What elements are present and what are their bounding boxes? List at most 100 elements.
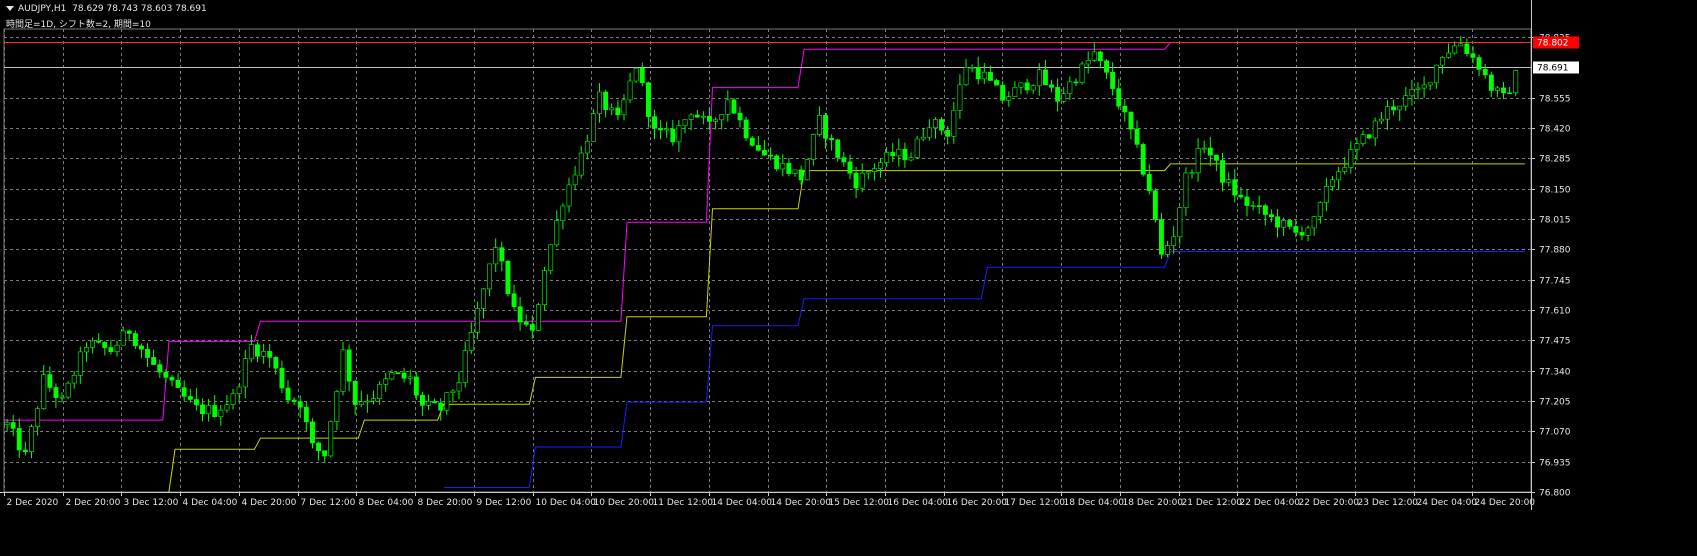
time-axis-label: 4 Dec 20:00 [242, 498, 297, 508]
candle-body [169, 377, 175, 381]
candle-body [1287, 220, 1293, 227]
candle-body [364, 400, 370, 403]
time-axis-label: 14 Dec 20:00 [771, 498, 832, 508]
candle-body [749, 137, 755, 146]
candle-body [1415, 87, 1421, 90]
candle-body [1018, 82, 1024, 88]
candle-body [835, 139, 841, 158]
candle-body [560, 205, 566, 221]
time-axis-label: 10 Dec 04:00 [536, 498, 597, 508]
candle-body [377, 383, 383, 399]
candle-body [1232, 179, 1238, 196]
candle-body [309, 421, 315, 444]
candle-body [71, 374, 77, 384]
candle-body [1330, 179, 1336, 187]
time-axis-label: 22 Dec 20:00 [1299, 498, 1360, 508]
candle-body [578, 152, 584, 176]
candle-body [187, 396, 193, 400]
candle-body [590, 113, 596, 142]
time-axis-label: 17 Dec 12:00 [1005, 498, 1066, 508]
candle-body [847, 161, 853, 174]
candle-body [212, 405, 218, 417]
candle-body [719, 114, 725, 121]
candle-body [884, 152, 890, 163]
candle-body [474, 308, 480, 333]
candle-body [65, 382, 71, 398]
candle-body [529, 324, 535, 331]
candle-body [1366, 134, 1372, 139]
candle-body [1226, 179, 1232, 183]
candle-body [810, 134, 816, 160]
candle-body [1116, 88, 1122, 107]
candle-body [780, 163, 786, 170]
candle-body [939, 119, 945, 131]
candle-body [1201, 147, 1207, 150]
time-axis-label: 10 Dec 20:00 [594, 498, 655, 508]
price-axis-label: 76.800 [1539, 489, 1571, 499]
candle-body [627, 80, 633, 101]
candle-body [1336, 171, 1342, 181]
candle-body [1256, 205, 1262, 207]
candle-body [224, 404, 230, 411]
candle-body [1067, 81, 1073, 95]
candle-body [908, 157, 914, 161]
candle-body [267, 351, 273, 358]
candle-body [548, 244, 554, 271]
candle-body [255, 344, 260, 357]
candle-body [1146, 174, 1152, 191]
candle-body [248, 344, 254, 360]
candle-body [102, 342, 108, 348]
candle-body [1030, 85, 1036, 91]
chart-window[interactable]: 78.82578.55578.42078.28578.15078.01577.8… [0, 0, 1697, 556]
candle-body [1238, 194, 1244, 198]
candle-body [358, 401, 364, 405]
candle-body [829, 138, 835, 141]
candle-body [450, 390, 456, 394]
candle-body [1348, 149, 1354, 168]
candle-body [761, 150, 767, 156]
candle-body [1385, 106, 1390, 120]
candle-body [1097, 51, 1103, 62]
candle-body [535, 304, 541, 331]
candle-body [566, 184, 572, 207]
candle-body [1128, 111, 1134, 130]
candle-body [505, 260, 511, 295]
time-axis-label: 2 Dec 20:00 [66, 498, 121, 508]
time-axis-label: 14 Dec 04:00 [712, 498, 773, 508]
candle-body [639, 67, 645, 83]
candle-body [1043, 69, 1048, 86]
candle-body [682, 119, 688, 127]
candle-body [90, 340, 96, 348]
candle-body [322, 450, 328, 457]
candle-body [1513, 70, 1519, 94]
candle-body [126, 330, 132, 334]
time-axis-label: 16 Dec 20:00 [947, 498, 1008, 508]
red-price-value: 78.802 [1537, 39, 1569, 49]
candle-body [957, 84, 963, 111]
candle-body [432, 401, 438, 404]
candle-body [1012, 87, 1018, 98]
candle-body [139, 345, 144, 350]
candle-body [603, 91, 609, 111]
price-axis-label: 77.745 [1539, 277, 1571, 287]
price-chart[interactable]: 78.82578.55578.42078.28578.15078.01577.8… [0, 0, 1697, 556]
candle-body [157, 364, 163, 373]
candle-body [1488, 74, 1494, 91]
candle-body [926, 127, 932, 138]
candle-body [1275, 216, 1281, 228]
candle-body [1403, 95, 1409, 107]
candle-body [1171, 236, 1177, 246]
candle-body [713, 119, 719, 122]
price-axis-label: 78.555 [1539, 95, 1571, 105]
candle-body [334, 391, 340, 422]
collapse-triangle-icon[interactable] [6, 6, 14, 11]
candle-body [1305, 227, 1311, 236]
candle-body [328, 421, 334, 457]
candle-body [236, 386, 242, 394]
candle-body [59, 396, 65, 399]
candle-body [41, 374, 47, 410]
candle-body [77, 351, 83, 376]
candle-body [1446, 52, 1452, 58]
candle-body [511, 293, 517, 307]
candle-body [1299, 232, 1305, 236]
